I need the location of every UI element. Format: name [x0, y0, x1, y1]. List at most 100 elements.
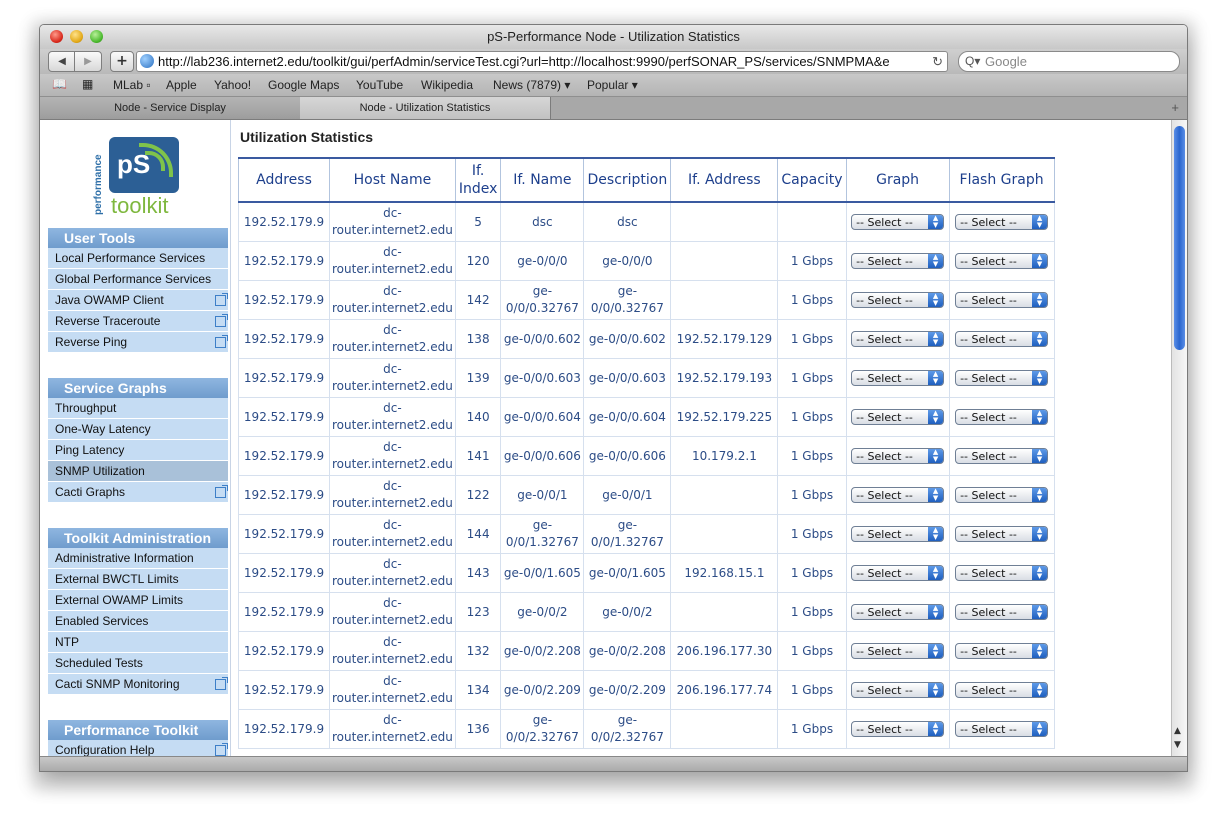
graph-select[interactable]: -- Select -- ▲ ▼ [851, 330, 945, 347]
flash-graph-select[interactable]: -- Select -- ▲ ▼ [955, 252, 1049, 269]
sidebar-item-ntp[interactable]: NTP [48, 632, 228, 653]
sidebar-item-ping-latency[interactable]: Ping Latency [48, 440, 228, 461]
sidebar-item-throughput[interactable]: Throughput [48, 398, 228, 419]
graph-select[interactable]: -- Select -- ▲ ▼ [851, 252, 945, 269]
cell-if-index: 144 [454, 514, 502, 554]
external-link-icon [215, 314, 228, 327]
url-text[interactable]: http://lab236.internet2.edu/toolkit/gui/… [158, 52, 918, 71]
tab-bar: Node - Service Display Node - Utilizatio… [40, 97, 1187, 120]
graph-select[interactable]: -- Select -- ▲ ▼ [851, 603, 945, 620]
bookmark-google-maps[interactable]: Google Maps [268, 78, 339, 92]
bookmark-news[interactable]: News (7879) ▾ [493, 78, 570, 92]
flash-graph-select[interactable]: -- Select -- ▲ ▼ [955, 291, 1049, 308]
sidebar-item-snmp-utilization[interactable]: SNMP Utilization [48, 461, 228, 482]
cell-description: dsc [583, 201, 672, 242]
cell-description: ge-0/0/2.32767 [583, 709, 672, 749]
sidebar-item-one-way-latency[interactable]: One-Way Latency [48, 419, 228, 440]
sidebar-item-label: External BWCTL Limits [55, 572, 179, 586]
flash-graph-select[interactable]: -- Select -- ▲ ▼ [955, 408, 1049, 425]
sidebar-item-external-bwctl-limits[interactable]: External BWCTL Limits [48, 569, 228, 590]
graph-select[interactable]: -- Select -- ▲ ▼ [851, 720, 945, 737]
cell-address: 192.52.179.9 [238, 280, 330, 320]
cell-address: 192.52.179.9 [238, 358, 330, 398]
tab-service-display[interactable]: Node - Service Display [40, 97, 301, 119]
back-button[interactable]: ◀ [48, 51, 76, 72]
forward-button[interactable]: ▶ [74, 51, 102, 72]
sidebar-item-cacti-snmp-monitoring[interactable]: Cacti SNMP Monitoring [48, 674, 228, 695]
sidebar-item-reverse-traceroute[interactable]: Reverse Traceroute [48, 311, 228, 332]
bookmark-popular[interactable]: Popular ▾ [587, 78, 638, 92]
flash-graph-select[interactable]: -- Select -- ▲ ▼ [955, 681, 1049, 698]
graph-select[interactable]: -- Select -- ▲ ▼ [851, 447, 945, 464]
cell-if-index: 120 [454, 241, 502, 281]
cell-if-address: 192.52.179.129 [670, 319, 779, 359]
sidebar-item-external-owamp-limits[interactable]: External OWAMP Limits [48, 590, 228, 611]
sidebar-item-configuration-help[interactable]: Configuration Help [48, 740, 228, 756]
address-bar[interactable]: http://lab236.internet2.edu/toolkit/gui/… [136, 51, 948, 72]
graph-select[interactable]: -- Select -- ▲ ▼ [851, 681, 945, 698]
bookmark-youtube[interactable]: YouTube [356, 78, 403, 92]
cell-address: 192.52.179.9 [238, 670, 330, 710]
status-bar [40, 756, 1187, 771]
sidebar-item-enabled-services[interactable]: Enabled Services [48, 611, 228, 632]
cell-if-address [670, 280, 779, 320]
sidebar-item-global-performance-services[interactable]: Global Performance Services [48, 269, 228, 290]
globe-icon [140, 54, 154, 68]
graph-select[interactable]: -- Select -- ▲ ▼ [851, 642, 945, 659]
flash-graph-select[interactable]: -- Select -- ▲ ▼ [955, 642, 1049, 659]
bookmark-wikipedia[interactable]: Wikipedia [421, 78, 473, 92]
add-bookmark-button[interactable]: + [110, 51, 134, 72]
flash-graph-select[interactable]: -- Select -- ▲ ▼ [955, 525, 1049, 542]
cell-if-index: 122 [454, 475, 502, 515]
cell-if-address [670, 592, 779, 632]
table-row: 192.52.179.9 dc-router.internet2.edu 123 ge… [238, 592, 1055, 632]
scroll-up-arrow-icon[interactable]: ▲ [1174, 726, 1181, 736]
flash-graph-select[interactable]: -- Select -- ▲ ▼ [955, 564, 1049, 581]
graph-select[interactable]: -- Select -- ▲ ▼ [851, 408, 945, 425]
graph-select[interactable]: -- Select -- ▲ ▼ [851, 213, 945, 230]
graph-select[interactable]: -- Select -- ▲ ▼ [851, 486, 945, 503]
bookmark-yahoo[interactable]: Yahoo! [214, 78, 251, 92]
flash-graph-select[interactable]: -- Select -- ▲ ▼ [955, 369, 1049, 386]
ps-toolkit-logo[interactable]: performance pS toolkit [93, 135, 188, 219]
cell-host-name: dc-router.internet2.edu [329, 436, 456, 476]
flash-graph-select[interactable]: -- Select -- ▲ ▼ [955, 486, 1049, 503]
top-sites-icon[interactable]: ▦ [82, 77, 93, 91]
sidebar-item-java-owamp-client[interactable]: Java OWAMP Client [48, 290, 228, 311]
graph-select[interactable]: -- Select -- ▲ ▼ [851, 564, 945, 581]
cell-if-address [670, 241, 779, 281]
sidebar-item-scheduled-tests[interactable]: Scheduled Tests [48, 653, 228, 674]
scroll-down-arrow-icon[interactable]: ▼ [1174, 740, 1181, 750]
cell-if-address: 206.196.177.30 [670, 631, 779, 671]
bookmark-mlab[interactable]: MLab ▫ [113, 78, 151, 92]
flash-graph-select[interactable]: -- Select -- ▲ ▼ [955, 720, 1049, 737]
cell-graph-select: -- Select -- ▲ ▼ [845, 553, 950, 593]
cell-host-name: dc-router.internet2.edu [329, 397, 456, 437]
graph-select[interactable]: -- Select -- ▲ ▼ [851, 291, 945, 308]
graph-select[interactable]: -- Select -- ▲ ▼ [851, 525, 945, 542]
bookmark-apple[interactable]: Apple [166, 78, 197, 92]
flash-graph-select[interactable]: -- Select -- ▲ ▼ [955, 447, 1049, 464]
cell-if-index: 138 [454, 319, 502, 359]
reload-icon[interactable]: ↻ [932, 52, 943, 71]
new-tab-icon[interactable]: + [1171, 97, 1179, 119]
bookmarks-bar: 📖 ▦ MLab ▫ Apple Yahoo! Google Maps YouT… [40, 74, 1187, 97]
sidebar-item-reverse-ping[interactable]: Reverse Ping [48, 332, 228, 353]
tab-utilization-statistics[interactable]: Node - Utilization Statistics [300, 97, 551, 119]
cell-host-name: dc-router.internet2.edu [329, 670, 456, 710]
sidebar-item-administrative-information[interactable]: Administrative Information [48, 548, 228, 569]
reading-list-icon[interactable]: 📖 [52, 77, 67, 91]
sidebar-item-cacti-graphs[interactable]: Cacti Graphs [48, 482, 228, 503]
search-field[interactable]: Q▾ Google [958, 51, 1180, 72]
flash-graph-select[interactable]: -- Select -- ▲ ▼ [955, 330, 1049, 347]
flash-graph-select[interactable]: -- Select -- ▲ ▼ [955, 603, 1049, 620]
vertical-scrollbar[interactable]: ▲ ▼ [1171, 120, 1187, 756]
flash-graph-select[interactable]: -- Select -- ▲ ▼ [955, 213, 1049, 230]
cell-flash-graph-select: -- Select -- ▲ ▼ [948, 670, 1055, 710]
scrollbar-thumb[interactable] [1174, 126, 1185, 350]
sidebar-item-local-performance-services[interactable]: Local Performance Services [48, 248, 228, 269]
graph-select[interactable]: -- Select -- ▲ ▼ [851, 369, 945, 386]
select-arrows-icon: ▲ ▼ [928, 721, 944, 736]
search-icon[interactable]: Q▾ [965, 52, 980, 71]
table-body: 192.52.179.9 dc-router.internet2.edu 5 dsc d… [238, 201, 1055, 749]
